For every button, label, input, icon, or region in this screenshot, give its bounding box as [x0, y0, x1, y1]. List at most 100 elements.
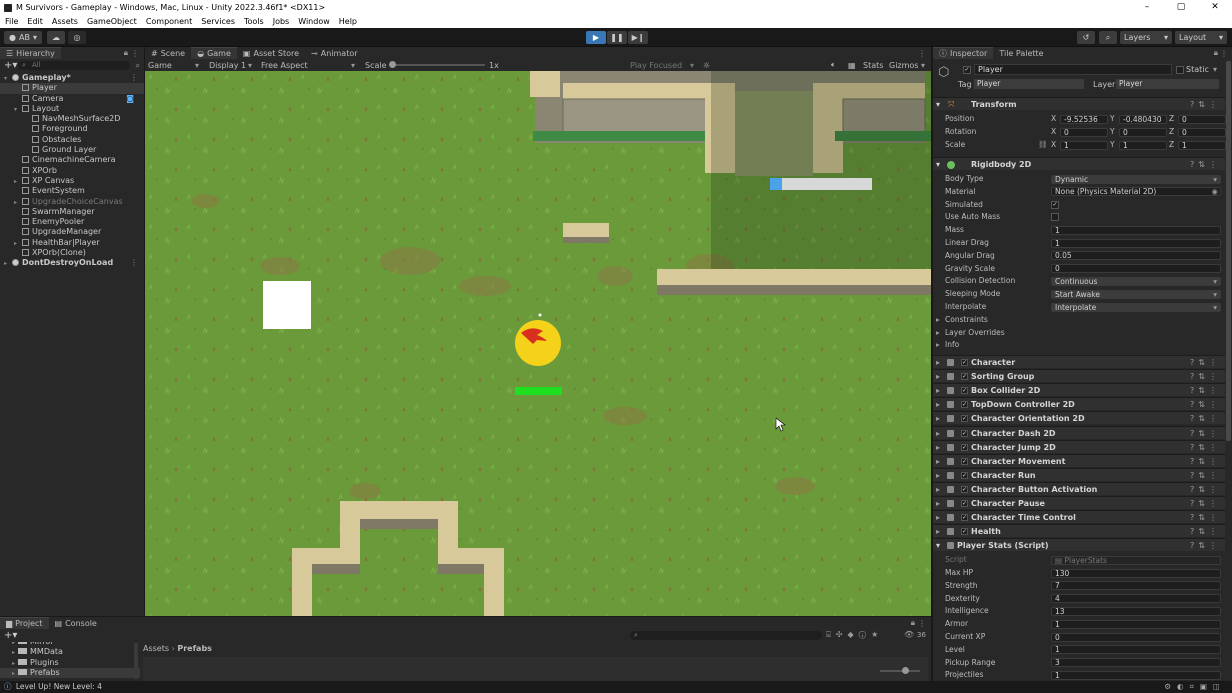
tab-scene[interactable]: # Scene — [145, 47, 192, 59]
kebab-menu-icon[interactable]: ⋮ — [918, 619, 926, 628]
add-icon[interactable]: +▾ — [4, 60, 17, 71]
component-header[interactable]: ▸ ✓ Character Time Control ?⇅⋮ — [933, 510, 1225, 524]
hierarchy-item[interactable]: EnemyPooler — [0, 217, 144, 227]
menu-assets[interactable]: Assets — [52, 17, 78, 26]
hierarchy-item[interactable]: NavMeshSurface2D — [0, 114, 144, 124]
component-controls-icon[interactable]: ?⇅⋮ — [1190, 427, 1221, 440]
tag-dropdown[interactable]: Player — [974, 79, 1084, 89]
folder-tree-scrollbar[interactable] — [134, 643, 138, 679]
axis-label-z[interactable]: Z — [1169, 113, 1174, 125]
menu-gameobject[interactable]: GameObject — [87, 17, 137, 26]
component-controls-icon[interactable]: ?⇅⋮ — [1190, 384, 1221, 397]
hierarchy-item[interactable]: ▾ Layout — [0, 104, 144, 114]
value-field[interactable]: 0 — [1051, 632, 1221, 642]
layout-dropdown[interactable]: Layout ▾ — [1175, 31, 1227, 44]
minimize-icon[interactable]: – — [1130, 0, 1164, 15]
tab-inspector[interactable]: ⓘ Inspector — [933, 47, 994, 59]
component-enabled-checkbox[interactable]: ✓ — [961, 457, 968, 465]
axis-label-x[interactable]: X — [1051, 113, 1056, 125]
menu-component[interactable]: Component — [146, 17, 192, 26]
transform-scale-y-input[interactable]: 1 — [1119, 140, 1167, 150]
dropdown[interactable]: Continuous — [1051, 276, 1221, 286]
component-controls-icon[interactable]: ?⇅⋮ — [1190, 525, 1221, 538]
grid-icon[interactable]: ▦ — [848, 61, 856, 70]
transform-scale-z-input[interactable]: 1 — [1178, 140, 1226, 150]
transform-rotation-x-input[interactable]: 0 — [1060, 127, 1108, 137]
component-controls-icon[interactable]: ?⇅⋮ — [1190, 511, 1221, 524]
component-header[interactable]: ▸ ✓ Character Pause ?⇅⋮ — [933, 496, 1225, 509]
lock-icon[interactable]: 🔒︎ — [1214, 48, 1218, 58]
object-name-field[interactable]: Player — [974, 64, 1172, 75]
transform-rotation-z-input[interactable]: 0 — [1178, 127, 1226, 137]
layer-dropdown[interactable]: Player — [1116, 79, 1219, 89]
hierarchy-item[interactable]: Ground Layer — [0, 145, 144, 155]
tab-animator[interactable]: ⊸ Animator — [305, 47, 364, 59]
chevron-down-icon[interactable]: ▾ — [1213, 65, 1217, 74]
component-controls-icon[interactable]: ?⇅⋮ — [1190, 539, 1221, 552]
component-controls-icon[interactable]: ?⇅⋮ — [1190, 98, 1221, 111]
hierarchy-item[interactable]: Camera ◙ — [0, 94, 144, 104]
checkbox[interactable]: ✓ — [1051, 200, 1059, 209]
gizmos-button[interactable]: Gizmos — [889, 61, 918, 70]
view-dropdown[interactable]: Game — [148, 61, 172, 70]
pause-button[interactable]: ❚❚ — [607, 31, 627, 44]
component-header[interactable]: ▸ ✓ Character Button Activation ?⇅⋮ — [933, 481, 1225, 496]
maximize-icon[interactable]: ▢ — [1164, 0, 1198, 15]
component-header[interactable]: ▸ ✓ Character Jump 2D ?⇅⋮ — [933, 439, 1225, 453]
transform-position-z-input[interactable]: 0 — [1178, 114, 1226, 124]
icon-size-slider-handle[interactable] — [902, 667, 909, 674]
scale-slider-handle[interactable] — [389, 61, 396, 68]
component-enabled-checkbox[interactable]: ✓ — [961, 471, 968, 479]
component-enabled-checkbox[interactable]: ✓ — [961, 373, 968, 381]
cloud-button[interactable]: ☁ — [47, 31, 65, 44]
component-controls-icon[interactable]: ?⇅⋮ — [1190, 469, 1221, 482]
component-header[interactable]: ▸ ✓ Box Collider 2D ?⇅⋮ — [933, 383, 1225, 397]
hierarchy-item[interactable]: XPOrb — [0, 166, 144, 176]
axis-label-y[interactable]: Y — [1110, 113, 1115, 125]
value-field[interactable]: None (Physics Material 2D) ◉ — [1051, 187, 1221, 197]
hierarchy-item[interactable]: ▸ DontDestroyOnLoad ⋮ — [0, 258, 144, 268]
component-enabled-checkbox[interactable]: ✓ — [961, 359, 968, 366]
menu-help[interactable]: Help — [339, 17, 357, 26]
value-field[interactable]: 7 — [1051, 581, 1221, 591]
component-controls-icon[interactable]: ?⇅⋮ — [1190, 356, 1221, 369]
tab-game[interactable]: ◒ Game — [191, 47, 237, 59]
component-enabled-checkbox[interactable]: ✓ — [961, 485, 968, 493]
rigidbody-component-header[interactable]: ▾ Rigidbody 2D ?⇅⋮ — [933, 157, 1225, 170]
axis-label-y[interactable]: Y — [1110, 126, 1115, 138]
component-controls-icon[interactable]: ?⇅⋮ — [1190, 158, 1221, 171]
step-button[interactable]: ▶❙ — [628, 31, 648, 44]
rigidbody-foldout[interactable]: ▸ Layer Overrides — [933, 327, 1225, 339]
component-controls-icon[interactable]: ?⇅⋮ — [1190, 370, 1221, 383]
component-controls-icon[interactable]: ?⇅⋮ — [1190, 483, 1221, 496]
add-icon[interactable]: +▾ — [4, 630, 17, 641]
hierarchy-item[interactable]: ▸ HealthBar|Player — [0, 238, 144, 248]
component-controls-icon[interactable]: ?⇅⋮ — [1190, 497, 1221, 510]
project-search-input[interactable] — [630, 631, 822, 640]
hierarchy-item[interactable]: CinemachineCamera — [0, 155, 144, 165]
component-enabled-checkbox[interactable]: ✓ — [961, 401, 968, 409]
component-enabled-checkbox[interactable]: ✓ — [961, 528, 968, 536]
close-icon[interactable]: ✕ — [1198, 0, 1232, 15]
play-button[interactable]: ▶ — [586, 31, 606, 44]
tab-tile-palette[interactable]: Tile Palette — [993, 47, 1050, 59]
kebab-menu-icon[interactable]: ⋮ — [918, 49, 926, 58]
value-field[interactable]: 0 — [1051, 264, 1221, 274]
kebab-menu-icon[interactable]: ⋮ — [130, 73, 138, 83]
static-checkbox[interactable] — [1176, 66, 1184, 74]
component-header[interactable]: ▸ ✓ Health ?⇅⋮ — [933, 524, 1225, 538]
active-checkbox[interactable]: ✓ — [963, 66, 971, 74]
component-header[interactable]: ▸ ✓ Character Dash 2D ?⇅⋮ — [933, 425, 1225, 440]
lock-icon[interactable]: 🔒︎ — [911, 618, 915, 628]
transform-rotation-y-input[interactable]: 0 — [1119, 127, 1167, 137]
collab-button[interactable]: ◎ — [68, 31, 86, 44]
value-field[interactable]: 130 — [1051, 568, 1221, 578]
component-header[interactable]: ▸ ✓ Character ?⇅⋮ — [933, 355, 1225, 368]
menu-file[interactable]: File — [5, 17, 18, 26]
component-enabled-checkbox[interactable]: ✓ — [961, 500, 968, 507]
checkbox[interactable] — [1051, 213, 1059, 222]
component-enabled-checkbox[interactable]: ✓ — [961, 387, 968, 395]
hierarchy-item[interactable]: SwarmManager — [0, 207, 144, 217]
object-picker-icon[interactable]: ◉ — [1211, 188, 1218, 196]
value-field[interactable]: 1 — [1051, 645, 1221, 655]
